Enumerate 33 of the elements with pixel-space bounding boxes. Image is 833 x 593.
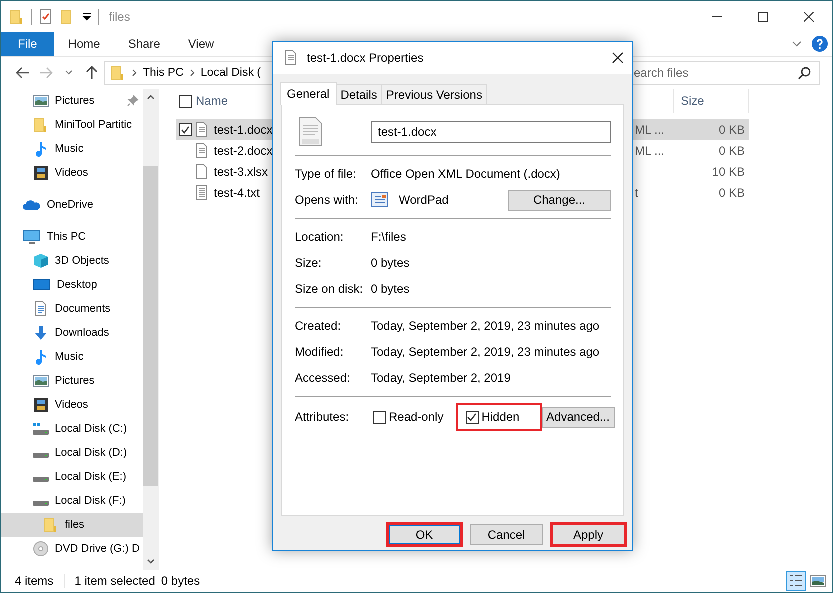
field-label: Created: [295,319,342,333]
field-value: Today, September 2, 2019, 23 minutes ago [371,345,600,359]
field-value: Today, September 2, 2019 [371,371,511,385]
selection-size: 0 bytes [161,574,202,588]
window-title: files [109,10,130,24]
file-name: test-4.txt [214,186,260,200]
field-value: Office Open XML Document (.docx) [371,167,560,181]
field-value: 0 bytes [371,256,410,270]
field-value: F:\files [371,230,406,244]
field-label: Modified: [295,345,345,359]
field-label: Opens with: [295,193,360,207]
file-size: 0 KB [718,186,746,200]
field-label: Size on disk: [295,282,364,296]
file-size: 10 KB [711,164,746,178]
field-label: Attributes: [295,410,350,424]
field-value: Today, September 2, 2019, 23 minutes ago [371,319,600,333]
file-name: test-1.docx [214,122,273,136]
item-count: 4 items [15,574,65,588]
field-label: Location: [295,230,345,244]
file-name: test-3.xlsx [214,164,268,178]
file-type: t [635,186,640,200]
field-value: WordPad [399,193,449,207]
file-name: test-2.docx [214,144,273,158]
field-value: 0 bytes [371,282,410,296]
file-size: 0 KB [718,144,746,158]
dialog-title: test-1.docx Properties [307,51,424,65]
field-label: Accessed: [295,371,352,385]
file-size: 0 KB [718,122,746,136]
field-label: Type of file: [295,167,358,181]
field-label: Size: [295,256,323,270]
selection-count: 1 item selected [74,574,156,588]
file-type: ML ... [635,144,666,158]
file-type: ML ... [635,122,666,136]
